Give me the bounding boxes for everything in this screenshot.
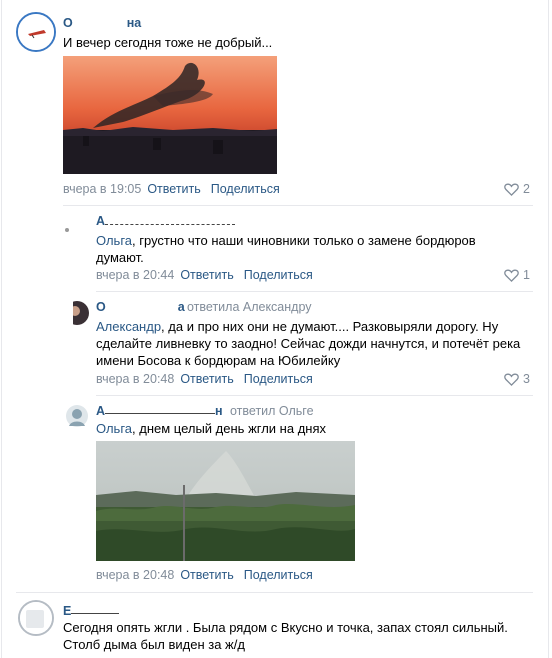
share-button[interactable]: Поделиться	[244, 372, 313, 386]
divider	[63, 205, 533, 206]
avatar-image	[63, 214, 91, 242]
comment-meta: вчера в 20:48 Ответить Поделиться	[96, 568, 313, 582]
comment-meta: вчера в 19:05 Ответить Поделиться	[63, 182, 280, 196]
comment-text: Сегодня опять жгли . Была рядом с Вкусно…	[63, 620, 508, 652]
avatar[interactable]	[63, 299, 91, 327]
comment-author[interactable]: А	[96, 214, 236, 228]
avatar-image	[18, 14, 54, 50]
reply-button[interactable]: Ответить	[180, 268, 233, 282]
comment-author[interactable]: Ан	[96, 404, 223, 418]
comment-time[interactable]: вчера в 19:05	[63, 182, 141, 196]
reply-button[interactable]: Ответить	[180, 372, 233, 386]
share-button[interactable]: Поделиться	[211, 182, 280, 196]
reply-to-label[interactable]: ответил Ольге	[230, 404, 314, 418]
heart-icon	[504, 373, 519, 386]
avatar-image	[20, 602, 52, 634]
like-count: 1	[523, 268, 530, 282]
comment-text: Ольга, грустно что наши чиновники только…	[96, 233, 476, 265]
avatar[interactable]	[63, 402, 91, 430]
comments-panel: Она И вечер сегодня тоже не добрый... вч…	[1, 0, 549, 658]
reply-button[interactable]: Ответить	[180, 568, 233, 582]
mention-link[interactable]: Александр	[96, 319, 161, 334]
share-button[interactable]: Поделиться	[244, 268, 313, 282]
divider	[16, 592, 533, 593]
comment-meta: вчера в 20:48 Ответить Поделиться	[96, 372, 313, 386]
avatar[interactable]	[18, 600, 54, 636]
avatar-image	[63, 299, 91, 327]
like-count: 2	[523, 182, 530, 196]
like-count: 3	[523, 372, 530, 386]
comment-text: И вечер сегодня тоже не добрый...	[63, 35, 273, 50]
mention-link[interactable]: Ольга	[96, 233, 132, 248]
like-button[interactable]: 1	[504, 268, 530, 282]
comment-time[interactable]: вчера в 20:48	[96, 568, 174, 582]
divider	[96, 291, 533, 292]
heart-icon	[504, 269, 519, 282]
comment-text: Александр, да и про них они не думают...…	[96, 319, 521, 368]
reply-to-label[interactable]: ответила Александру	[187, 300, 312, 314]
comment-author[interactable]: Она	[63, 16, 141, 30]
comment-text: Ольга, днем целый день жгли на днях	[96, 421, 326, 436]
reply-button[interactable]: Ответить	[147, 182, 200, 196]
comment-meta: вчера в 20:44 Ответить Поделиться	[96, 268, 313, 282]
mention-link[interactable]: Ольга	[96, 421, 132, 436]
share-button[interactable]: Поделиться	[244, 568, 313, 582]
comment-time[interactable]: вчера в 20:48	[96, 372, 174, 386]
divider	[96, 395, 533, 396]
comment-author[interactable]: Оа	[96, 300, 185, 314]
like-button[interactable]: 2	[504, 182, 530, 196]
comment-time[interactable]: вчера в 20:44	[96, 268, 174, 282]
avatar[interactable]	[63, 214, 91, 242]
sunset-smoke-photo[interactable]	[63, 56, 277, 174]
heart-icon	[504, 183, 519, 196]
comment-author[interactable]: Е	[63, 604, 120, 618]
forest-smoke-photo[interactable]	[96, 441, 355, 561]
avatar-image	[63, 402, 91, 430]
avatar[interactable]	[16, 12, 56, 52]
like-button[interactable]: 3	[504, 372, 530, 386]
